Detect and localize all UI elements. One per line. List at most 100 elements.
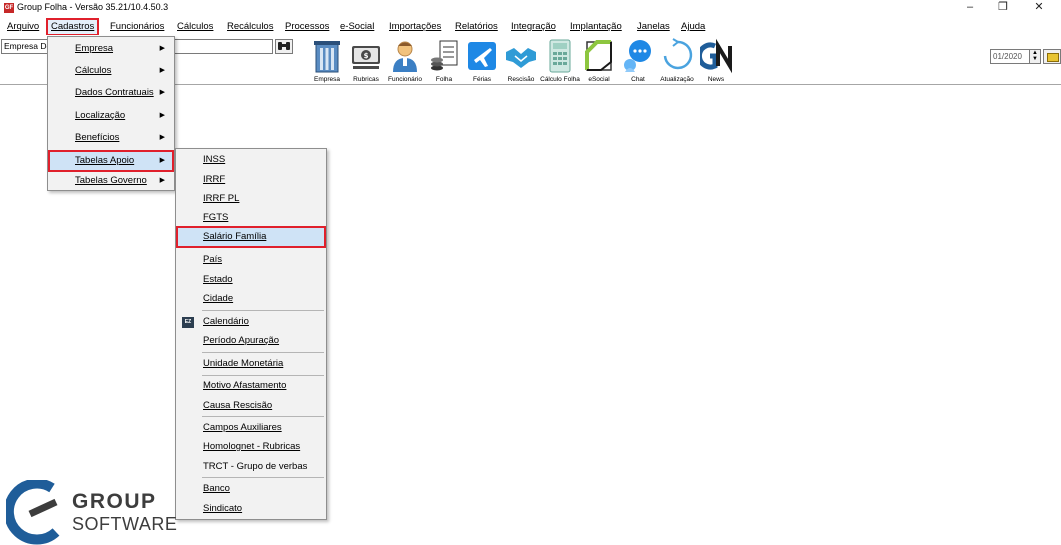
period-input[interactable]: 01/2020 bbox=[990, 49, 1030, 64]
menu-item-banco[interactable]: Banco bbox=[177, 479, 325, 499]
submenu-arrow-icon: ▶ bbox=[159, 67, 165, 74]
menu-item-label: FGTS bbox=[203, 212, 229, 223]
minimize-button[interactable]: – bbox=[955, 0, 985, 16]
menu-separator bbox=[202, 416, 324, 417]
menu-item-label: Unidade Monetária bbox=[203, 358, 284, 369]
handshake-icon bbox=[506, 48, 536, 68]
rescisao-toolbar-button[interactable]: Rescisão bbox=[502, 36, 540, 84]
menu-janelas[interactable]: Janelas bbox=[637, 20, 670, 34]
cadastros-menu: Empresa ▶ Cálculos ▶ Dados Contratuais ▶… bbox=[47, 36, 175, 191]
calendar-icon: EZ bbox=[182, 317, 194, 328]
title-bar: GF Group Folha - Versão 35.21/10.4.50.3 … bbox=[0, 0, 1061, 16]
menu-item-sindicato[interactable]: Sindicato bbox=[177, 499, 325, 519]
news-toolbar-button[interactable]: News bbox=[697, 36, 735, 84]
menu-item-causa-rescisao[interactable]: Causa Rescisão bbox=[177, 396, 325, 416]
folha-toolbar-button[interactable]: Folha bbox=[425, 36, 463, 84]
menu-item-calendario[interactable]: EZ Calendário bbox=[177, 312, 325, 332]
submenu-arrow-icon: ▶ bbox=[159, 134, 165, 141]
menu-item-trct-grupo-verbas[interactable]: TRCT - Grupo de verbas bbox=[177, 457, 325, 477]
empresa-toolbar-button[interactable]: Empresa bbox=[308, 36, 346, 84]
restore-button[interactable]: ❐ bbox=[988, 0, 1018, 16]
esocial-toolbar-button[interactable]: eSocial bbox=[580, 36, 618, 84]
atualizacao-toolbar-button[interactable]: Atualização bbox=[658, 36, 696, 84]
esocial-icon bbox=[585, 40, 612, 71]
employee-icon bbox=[393, 41, 417, 72]
menu-cadastros[interactable]: Cadastros bbox=[45, 18, 100, 36]
menu-item-label: TRCT - Grupo de verbas bbox=[203, 461, 308, 472]
menu-item-localizacao[interactable]: Localização ▶ bbox=[49, 106, 173, 126]
menu-item-label: Período Apuração bbox=[203, 335, 280, 346]
binoculars-icon[interactable] bbox=[275, 39, 293, 54]
submenu-arrow-icon: ▶ bbox=[159, 157, 165, 164]
menu-item-tabelas-governo[interactable]: Tabelas Governo ▶ bbox=[49, 171, 173, 191]
menu-importacoes[interactable]: Importações bbox=[389, 20, 441, 34]
chat-toolbar-button[interactable]: Chat bbox=[619, 36, 657, 84]
close-button[interactable]: ✕ bbox=[1024, 0, 1054, 16]
menu-item-inss[interactable]: INSS bbox=[177, 150, 325, 170]
menu-item-campos-auxiliares[interactable]: Campos Auxiliares bbox=[177, 418, 325, 438]
menu-integracao[interactable]: Integração bbox=[511, 20, 556, 34]
menu-item-label: Salário Família bbox=[203, 231, 267, 242]
menu-separator bbox=[202, 352, 324, 353]
menu-item-label: Calendário bbox=[203, 316, 249, 327]
menu-item-irrf-pl[interactable]: IRRF PL bbox=[177, 189, 325, 209]
building-icon bbox=[314, 41, 340, 73]
menu-item-label: Localização bbox=[75, 110, 126, 121]
menu-item-label: Motivo Afastamento bbox=[203, 380, 287, 391]
funcionario-toolbar-button[interactable]: Funcionário bbox=[386, 36, 424, 84]
menu-item-label: IRRF bbox=[203, 174, 226, 185]
menu-item-estado[interactable]: Estado bbox=[177, 270, 325, 290]
submenu-arrow-icon: ▶ bbox=[159, 112, 165, 119]
group-logo-icon bbox=[3, 478, 60, 545]
menu-relatorios[interactable]: Relatórios bbox=[455, 20, 498, 34]
toolbar-label: News bbox=[707, 76, 725, 83]
folder-icon[interactable] bbox=[1043, 49, 1061, 64]
submenu-arrow-icon: ▶ bbox=[159, 45, 165, 52]
period-spinner[interactable]: ▲ ▼ bbox=[1029, 49, 1041, 64]
menu-bar: Arquivo Cadastros Funcionários Cálculos … bbox=[0, 18, 1061, 36]
app-logo-icon: GF bbox=[4, 3, 14, 13]
rubricas-toolbar-button[interactable]: $ Rubricas bbox=[347, 36, 385, 84]
news-icon bbox=[700, 38, 732, 74]
menu-funcionarios[interactable]: Funcionários bbox=[110, 20, 164, 34]
menu-recalculos[interactable]: Recálculos bbox=[227, 20, 273, 34]
menu-processos[interactable]: Processos bbox=[285, 20, 329, 34]
menu-item-fgts[interactable]: FGTS bbox=[177, 208, 325, 228]
money-icon: $ bbox=[352, 46, 380, 69]
menu-item-irrf[interactable]: IRRF bbox=[177, 170, 325, 190]
calculo-folha-toolbar-button[interactable]: Cálculo Folha bbox=[540, 36, 580, 84]
menu-item-label: Empresa bbox=[75, 43, 114, 54]
menu-item-label: Estado bbox=[203, 274, 233, 285]
menu-item-motivo-afastamento[interactable]: Motivo Afastamento bbox=[177, 376, 325, 396]
vacation-icon bbox=[468, 42, 496, 70]
menu-item-label: Sindicato bbox=[203, 503, 243, 514]
menu-item-periodo-apuracao[interactable]: Período Apuração bbox=[177, 331, 325, 351]
menu-implantacao[interactable]: Implantação bbox=[570, 20, 622, 34]
menu-item-label: Dados Contratuais bbox=[75, 87, 154, 98]
chat-icon bbox=[624, 40, 651, 72]
menu-item-pais[interactable]: País bbox=[177, 250, 325, 270]
menu-item-beneficios[interactable]: Benefícios ▶ bbox=[49, 128, 173, 148]
menu-item-tabelas-apoio[interactable]: Tabelas Apoio ▶ bbox=[48, 150, 174, 172]
payroll-icon bbox=[431, 40, 458, 71]
menu-item-label: Causa Rescisão bbox=[203, 400, 273, 411]
menu-item-homolognet-rubricas[interactable]: Homolognet - Rubricas bbox=[177, 437, 325, 457]
menu-item-unidade-monetaria[interactable]: Unidade Monetária bbox=[177, 354, 325, 374]
menu-calculos[interactable]: Cálculos bbox=[177, 20, 213, 34]
menu-item-label: Campos Auxiliares bbox=[203, 422, 282, 433]
menu-item-salario-familia[interactable]: Salário Família bbox=[176, 226, 326, 248]
menu-item-cidade[interactable]: Cidade bbox=[177, 289, 325, 309]
ferias-toolbar-button[interactable]: Férias bbox=[463, 36, 501, 84]
calculator-icon bbox=[549, 39, 571, 73]
menu-item-dados-contratuais[interactable]: Dados Contratuais ▶ bbox=[49, 83, 173, 103]
menu-ajuda[interactable]: Ajuda bbox=[681, 20, 705, 34]
menu-item-empresa[interactable]: Empresa ▶ bbox=[49, 39, 173, 59]
menu-separator bbox=[202, 310, 324, 311]
app-window: GF Group Folha - Versão 35.21/10.4.50.3 … bbox=[0, 0, 1061, 545]
menu-esocial[interactable]: e-Social bbox=[340, 20, 374, 34]
menu-separator bbox=[202, 477, 324, 478]
menu-arquivo[interactable]: Arquivo bbox=[7, 20, 39, 34]
menu-item-label: Cidade bbox=[203, 293, 234, 304]
group-software-logo: GROUP SOFTWARE bbox=[3, 478, 177, 545]
menu-item-calculos[interactable]: Cálculos ▶ bbox=[49, 61, 173, 81]
